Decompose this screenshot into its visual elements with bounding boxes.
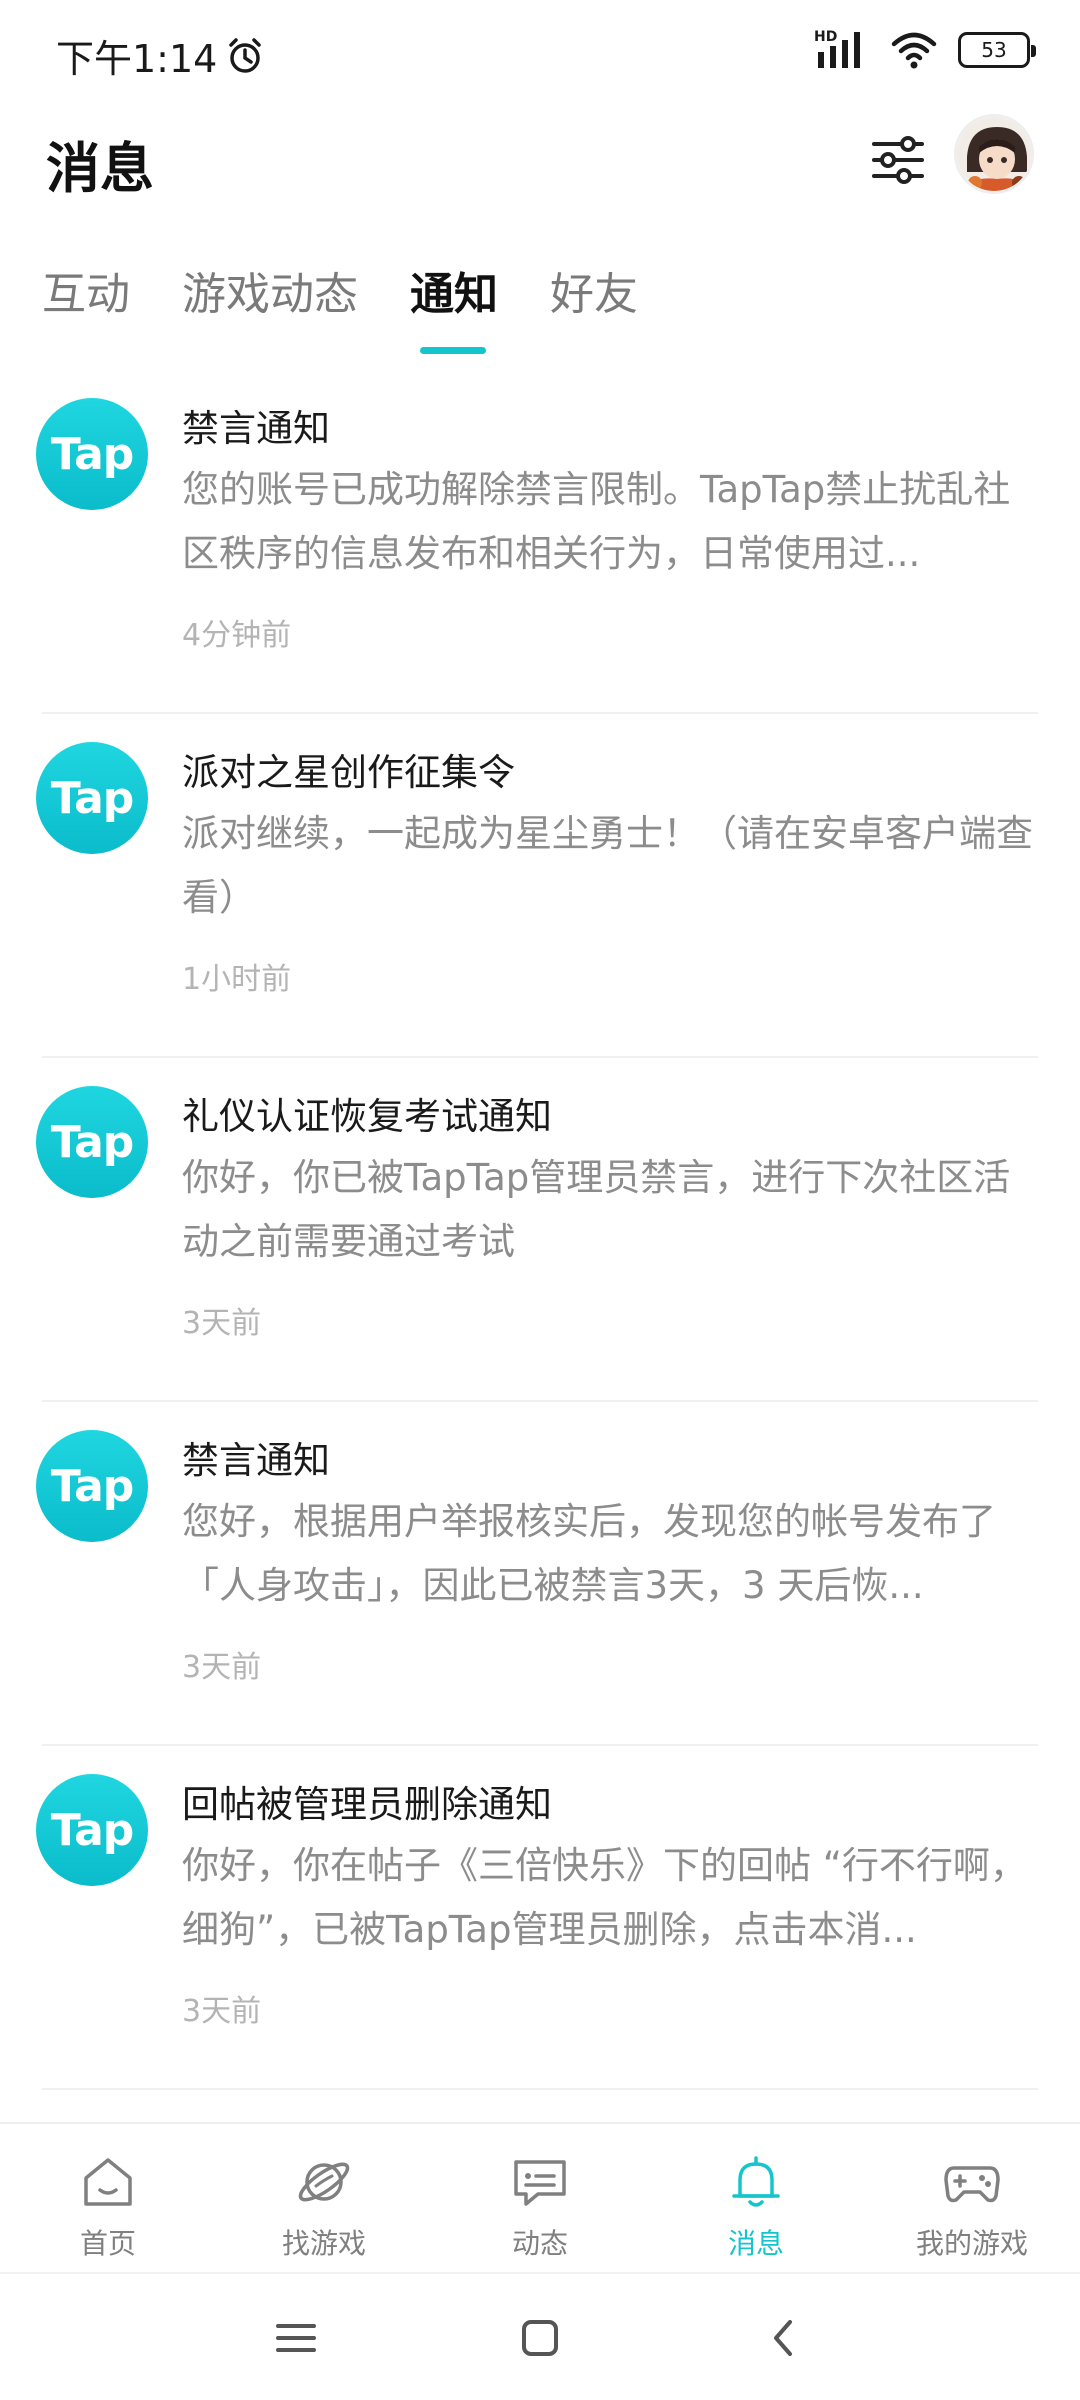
battery-indicator: 53	[958, 32, 1036, 68]
nav-find-games[interactable]: 找游戏	[216, 2150, 432, 2262]
nav-label: 首页	[79, 2227, 136, 2260]
tab-bar: 互动 游戏动态 通知 好友	[0, 255, 1080, 355]
logo-text: Tap	[50, 1460, 135, 1512]
filter-button[interactable]	[862, 124, 934, 196]
bell-icon	[732, 2156, 780, 2207]
planet-icon	[298, 2162, 350, 2202]
logo-text: Tap	[50, 1804, 135, 1856]
taptap-logo-icon: Tap	[36, 1774, 148, 1886]
battery-level: 53	[981, 38, 1007, 62]
notification-title: 禁言通知	[182, 1439, 330, 1482]
taptap-logo-icon: Tap	[36, 1086, 148, 1198]
nav-label: 我的游戏	[915, 2227, 1028, 2260]
notification-body: 您好，根据用户举报核实后，发现您的帐号发布了「人身攻击」，因此已被禁言3天，3 …	[182, 1500, 996, 1607]
active-tab-indicator	[420, 347, 486, 354]
notification-time: 1小时前	[182, 962, 292, 997]
back-button[interactable]	[754, 2308, 814, 2368]
notification-time: 3天前	[182, 1994, 262, 2029]
taptap-logo-icon: Tap	[36, 398, 148, 510]
taptap-logo-icon: Tap	[36, 1430, 148, 1542]
notification-title: 礼仪认证恢复考试通知	[182, 1095, 552, 1138]
nav-home[interactable]: 首页	[0, 2150, 216, 2262]
list-item[interactable]: Tap 禁言通知 您好，根据用户举报核实后，发现您的帐号发布了「人身攻击」，因此…	[36, 1402, 1038, 1746]
nav-label: 消息	[727, 2227, 784, 2260]
notification-time: 3天前	[182, 1650, 262, 1685]
tab-notifications[interactable]: 通知	[410, 255, 498, 335]
notification-body: 派对继续，一起成为星尘勇士！（请在安卓客户端查看）	[182, 812, 1033, 919]
tab-interaction[interactable]: 互动	[42, 255, 130, 335]
status-time: 下午1:14	[56, 37, 218, 81]
notification-time: 3天前	[182, 1306, 262, 1341]
tab-friends[interactable]: 好友	[550, 255, 638, 335]
taptap-logo-icon: Tap	[36, 742, 148, 854]
chat-icon	[514, 2160, 566, 2206]
notification-list: Tap 禁言通知 您的账号已成功解除禁言限制。TapTap禁止扰乱社区秩序的信息…	[0, 370, 1080, 2090]
status-icons: HD 53	[814, 30, 1036, 70]
user-avatar[interactable]	[954, 114, 1034, 194]
notification-time: 4分钟前	[182, 618, 292, 653]
signal-icon: HD	[814, 30, 870, 70]
notification-body: 你好，你在帖子《三倍快乐》下的回帖 “行不行啊，细狗”，已被TapTap管理员删…	[182, 1844, 1027, 1951]
home-icon	[84, 2158, 132, 2206]
chevron-left-icon	[774, 2320, 792, 2356]
tab-game-updates[interactable]: 游戏动态	[182, 255, 358, 335]
nav-label: 动态	[511, 2227, 568, 2260]
list-item[interactable]: Tap 礼仪认证恢复考试通知 你好，你已被TapTap管理员禁言，进行下次社区活…	[36, 1058, 1038, 1402]
home-button[interactable]	[510, 2308, 570, 2368]
list-item[interactable]: Tap 派对之星创作征集令 派对继续，一起成为星尘勇士！（请在安卓客户端查看） …	[36, 714, 1038, 1058]
gamepad-icon	[944, 2166, 1000, 2203]
status-bar: 下午1:14 HD 53	[0, 0, 1080, 100]
header: 消息	[0, 110, 1080, 210]
recent-apps-button[interactable]	[266, 2308, 326, 2368]
nav-label: 找游戏	[281, 2227, 366, 2260]
logo-text: Tap	[50, 772, 135, 824]
list-item[interactable]: Tap 回帖被管理员删除通知 你好，你在帖子《三倍快乐》下的回帖 “行不行啊，细…	[36, 1746, 1038, 2090]
wifi-icon	[891, 32, 937, 69]
sliders-icon	[872, 136, 924, 184]
notification-title: 派对之星创作征集令	[182, 751, 515, 794]
page-title: 消息	[46, 137, 154, 200]
logo-text: Tap	[50, 1116, 135, 1168]
menu-icon	[276, 2324, 316, 2352]
alarm-icon	[229, 37, 262, 73]
logo-text: Tap	[50, 428, 135, 480]
nav-feed[interactable]: 动态	[432, 2150, 648, 2262]
square-icon	[522, 2320, 558, 2356]
list-item[interactable]: Tap 禁言通知 您的账号已成功解除禁言限制。TapTap禁止扰乱社区秩序的信息…	[36, 370, 1038, 714]
bottom-nav: 首页 找游戏 动态 消息 我的游戏	[0, 2122, 1080, 2272]
notification-body: 您的账号已成功解除禁言限制。TapTap禁止扰乱社区秩序的信息发布和相关行为，日…	[182, 468, 1011, 575]
nav-messages[interactable]: 消息	[648, 2150, 864, 2262]
system-nav-bar	[0, 2272, 1080, 2400]
status-time-group: 下午1:14	[56, 28, 265, 83]
notification-title: 回帖被管理员删除通知	[182, 1783, 552, 1826]
nav-my-games[interactable]: 我的游戏	[864, 2150, 1080, 2262]
notification-title: 禁言通知	[182, 407, 330, 450]
notification-body: 你好，你已被TapTap管理员禁言，进行下次社区活动之前需要通过考试	[182, 1156, 1011, 1263]
